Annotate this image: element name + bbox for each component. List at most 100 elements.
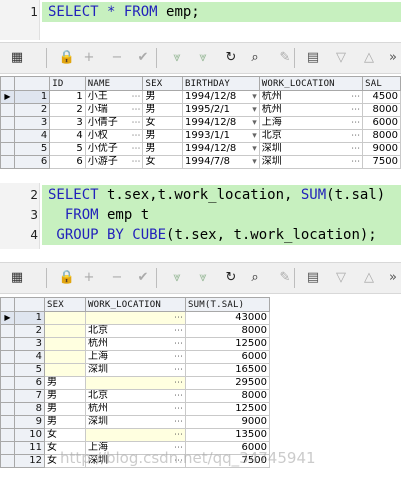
ellipsis-icon[interactable]: ⋯ <box>351 131 360 142</box>
table-row[interactable]: 2 2 小瑞 ⋯ 男 1995/2/1 ▾ 杭州 ⋯ 8000 <box>0 103 401 117</box>
cell-work-location[interactable]: 杭州 ⋯ <box>85 337 186 351</box>
cell-name[interactable]: 小倩子 ⋯ <box>84 116 144 130</box>
col-header-work-location[interactable]: WORK_LOCATION <box>85 297 186 312</box>
col-header-sex[interactable]: SEX <box>142 76 184 91</box>
table-row[interactable]: ▶ 1 1 小王 ⋯ 男 1994/12/8 ▾ 杭州 ⋯ 4500 <box>0 90 401 104</box>
find-icon[interactable]: ⌕ <box>246 49 264 67</box>
cell-work-location[interactable]: ⋯ <box>85 428 186 442</box>
table-row[interactable]: 2 北京 ⋯ 8000 <box>0 324 270 338</box>
cell-sex[interactable]: 男 <box>44 415 86 429</box>
more-icon[interactable]: » <box>384 49 401 67</box>
cell-sex[interactable]: 男 <box>142 129 184 143</box>
sql-code[interactable]: FROM emp t <box>48 205 149 225</box>
export-icon[interactable]: ▤ <box>304 269 322 287</box>
cell-name[interactable]: 小王 ⋯ <box>84 90 144 104</box>
clear-icon[interactable]: ✎ <box>276 269 294 287</box>
cell-sex[interactable]: 男 <box>44 389 86 403</box>
dropdown-icon[interactable]: ▾ <box>252 157 257 168</box>
cell-name[interactable]: 小权 ⋯ <box>84 129 144 143</box>
cell-work-location[interactable]: 上海 ⋯ <box>85 350 186 364</box>
ellipsis-icon[interactable]: ⋯ <box>174 378 183 389</box>
sort-desc-icon[interactable]: ▽ <box>332 269 350 287</box>
cell-name[interactable]: 小游子 ⋯ <box>84 155 144 169</box>
ellipsis-icon[interactable]: ⋯ <box>351 118 360 129</box>
ellipsis-icon[interactable]: ⋯ <box>174 365 183 376</box>
lock-icon[interactable]: 🔒 <box>58 49 76 67</box>
ellipsis-icon[interactable]: ⋯ <box>351 157 360 168</box>
cell-work-location[interactable]: 深圳 ⋯ <box>258 155 364 169</box>
cell-sex[interactable] <box>44 363 86 377</box>
table-row[interactable]: 3 3 小倩子 ⋯ 女 1994/12/8 ▾ 上海 ⋯ 6000 <box>0 116 401 130</box>
cell-id[interactable]: 3 <box>49 116 86 130</box>
more-icon[interactable]: » <box>384 269 401 287</box>
cell-birthday[interactable]: 1993/1/1 ▾ <box>182 129 260 143</box>
cell-sum-sal[interactable]: 13500 <box>185 428 270 442</box>
table-row[interactable]: 3 杭州 ⋯ 12500 <box>0 337 270 351</box>
cell-sum-sal[interactable]: 8000 <box>185 389 270 403</box>
col-header-name[interactable]: NAME <box>84 76 144 91</box>
cell-birthday[interactable]: 1994/12/8 ▾ <box>182 90 260 104</box>
ellipsis-icon[interactable]: ⋯ <box>351 92 360 103</box>
filter-up-icon[interactable]: ⩔ <box>194 269 212 287</box>
cell-sex[interactable] <box>44 324 86 338</box>
table-row[interactable]: 7 男北京 ⋯ 8000 <box>0 389 270 403</box>
col-header-sal[interactable]: SAL <box>362 76 401 91</box>
ellipsis-icon[interactable]: ⋯ <box>131 144 140 155</box>
cell-name[interactable]: 小优子 ⋯ <box>84 142 144 156</box>
cell-sum-sal[interactable]: 29500 <box>185 376 270 390</box>
table-row[interactable]: 6 男 ⋯ 29500 <box>0 376 270 390</box>
cell-sum-sal[interactable]: 12500 <box>185 337 270 351</box>
cell-birthday[interactable]: 1994/12/8 ▾ <box>182 142 260 156</box>
cell-sex[interactable] <box>44 337 86 351</box>
cell-id[interactable]: 2 <box>49 103 86 117</box>
add-icon[interactable]: + <box>80 269 98 287</box>
find-icon[interactable]: ⌕ <box>246 269 264 287</box>
dropdown-icon[interactable]: ▾ <box>252 105 257 116</box>
result-grid-cube[interactable]: SEX WORK_LOCATION SUM(T.SAL) ▶ 1 ⋯ 43000 2 北京… <box>0 297 270 468</box>
cell-id[interactable]: 6 <box>49 155 86 169</box>
editor-line-3[interactable]: 3 FROM emp t <box>0 205 401 225</box>
cell-sum-sal[interactable]: 8000 <box>185 324 270 338</box>
ellipsis-icon[interactable]: ⋯ <box>174 313 183 324</box>
cell-sex[interactable]: 男 <box>142 90 184 104</box>
cell-sex[interactable]: 男 <box>142 142 184 156</box>
cell-work-location[interactable]: 深圳 ⋯ <box>85 415 186 429</box>
sort-desc-icon[interactable]: ▽ <box>332 49 350 67</box>
cell-id[interactable]: 5 <box>49 142 86 156</box>
sql-code[interactable]: SELECT t.sex,t.work_location, SUM(t.sal) <box>48 185 385 205</box>
editor-line-2[interactable]: 2 SELECT t.sex,t.work_location, SUM(t.sal… <box>0 185 401 205</box>
col-header-birthday[interactable]: BIRTHDAY <box>182 76 260 91</box>
ellipsis-icon[interactable]: ⋯ <box>351 105 360 116</box>
result-grid-emp[interactable]: ID NAME SEX BIRTHDAY WORK_LOCATION SAL ▶… <box>0 76 401 169</box>
grid-icon[interactable]: ▦ <box>8 49 26 67</box>
post-icon[interactable]: ✔ <box>134 49 152 67</box>
refresh-icon[interactable]: ↻ <box>222 269 240 287</box>
remove-icon[interactable]: − <box>108 269 126 287</box>
dropdown-icon[interactable]: ▾ <box>252 118 257 129</box>
export-icon[interactable]: ▤ <box>304 49 322 67</box>
cell-birthday[interactable]: 1995/2/1 ▾ <box>182 103 260 117</box>
filter-down-icon[interactable]: ⩔ <box>168 269 186 287</box>
cell-sex[interactable]: 女 <box>142 116 184 130</box>
sql-editor-query-1[interactable]: 1 SELECT * FROM emp; <box>0 0 401 40</box>
ellipsis-icon[interactable]: ⋯ <box>174 339 183 350</box>
table-row[interactable]: 8 男杭州 ⋯ 12500 <box>0 402 270 416</box>
cell-sum-sal[interactable]: 9000 <box>185 415 270 429</box>
cell-sex[interactable] <box>44 350 86 364</box>
cell-sal[interactable]: 8000 <box>362 103 401 117</box>
cell-work-location[interactable]: 杭州 ⋯ <box>85 402 186 416</box>
ellipsis-icon[interactable]: ⋯ <box>131 118 140 129</box>
cell-sex[interactable]: 男 <box>44 402 86 416</box>
cell-sex[interactable]: 男 <box>142 103 184 117</box>
filter-down-icon[interactable]: ⩔ <box>168 49 186 67</box>
cell-sal[interactable]: 8000 <box>362 129 401 143</box>
grid-icon[interactable]: ▦ <box>8 269 26 287</box>
sql-code[interactable]: SELECT * FROM emp; <box>48 2 200 22</box>
refresh-icon[interactable]: ↻ <box>222 49 240 67</box>
cell-sal[interactable]: 6000 <box>362 116 401 130</box>
table-row[interactable]: 9 男深圳 ⋯ 9000 <box>0 415 270 429</box>
clear-icon[interactable]: ✎ <box>276 49 294 67</box>
cell-work-location[interactable]: 深圳 ⋯ <box>258 142 364 156</box>
table-row[interactable]: ▶ 1 ⋯ 43000 <box>0 311 270 325</box>
cell-name[interactable]: 小瑞 ⋯ <box>84 103 144 117</box>
